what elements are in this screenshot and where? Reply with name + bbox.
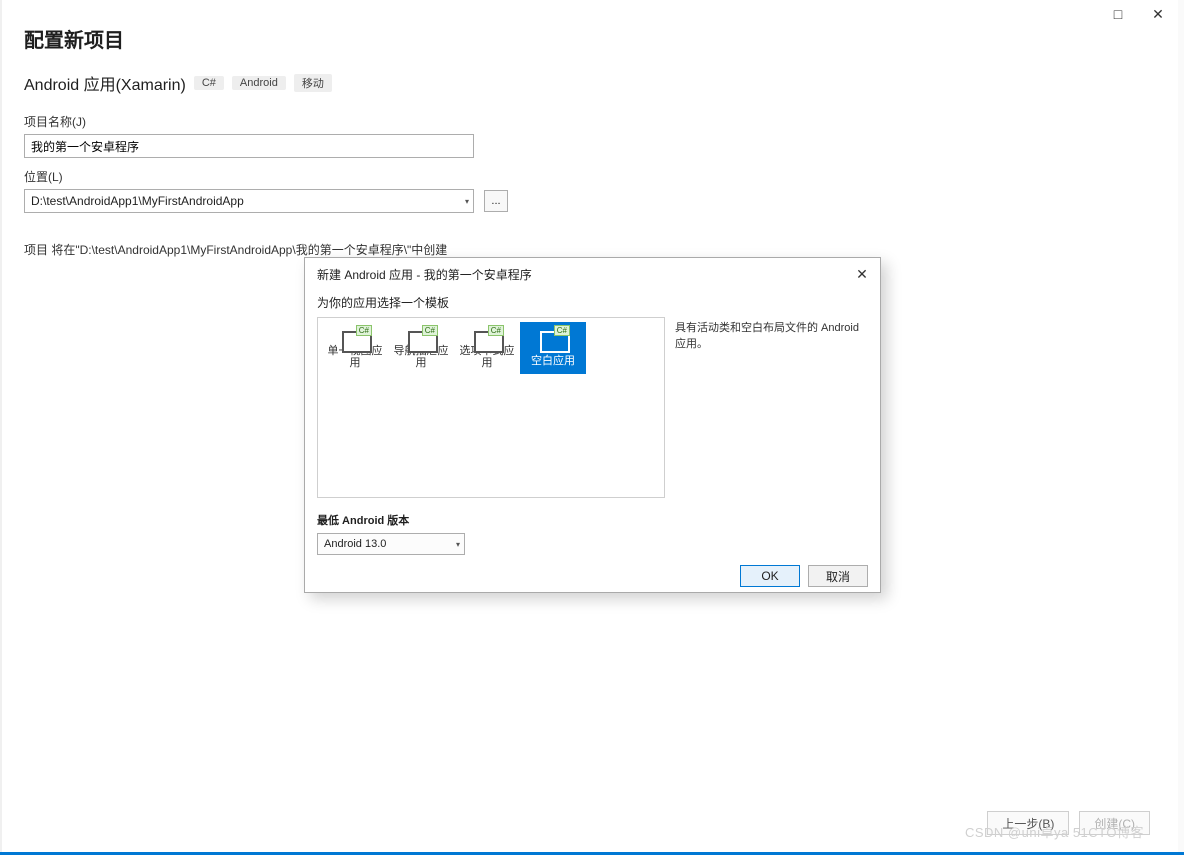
- template-tabbed[interactable]: 选项卡式应用: [454, 322, 520, 374]
- template-label: 空白应用: [531, 355, 575, 367]
- window-controls: □ ✕: [1098, 0, 1178, 28]
- min-version-label: 最低 Android 版本: [317, 512, 868, 528]
- tag-android: Android: [232, 76, 286, 90]
- new-android-app-dialog: 新建 Android 应用 - 我的第一个安卓程序 ✕ 为你的应用选择一个模板 …: [304, 257, 881, 593]
- template-icon: [538, 327, 568, 351]
- dialog-close-icon[interactable]: ✕: [852, 264, 872, 284]
- project-name-label: 项目名称(J): [24, 113, 1160, 130]
- location-combo[interactable]: D:\test\AndroidApp1\MyFirstAndroidApp ▾: [24, 189, 474, 213]
- min-version-combo[interactable]: Android 13.0 ▾: [317, 533, 465, 555]
- dialog-title: 新建 Android 应用 - 我的第一个安卓程序: [317, 266, 532, 283]
- tag-mobile: 移动: [294, 74, 332, 92]
- template-icon: [472, 327, 502, 341]
- tag-csharp: C#: [194, 76, 224, 90]
- project-type: Android 应用(Xamarin): [24, 71, 186, 95]
- template-nav-drawer[interactable]: 导航抽屉应用: [388, 322, 454, 374]
- project-path-info: 项目 将在"D:\test\AndroidApp1\MyFirstAndroid…: [24, 241, 1160, 258]
- chevron-down-icon: ▾: [465, 197, 469, 206]
- browse-button[interactable]: ...: [484, 190, 508, 212]
- location-value: D:\test\AndroidApp1\MyFirstAndroidApp: [31, 194, 244, 208]
- ok-button[interactable]: OK: [740, 565, 800, 587]
- chevron-down-icon: ▾: [456, 540, 460, 549]
- cancel-button[interactable]: 取消: [808, 565, 868, 587]
- template-icon: [406, 327, 436, 341]
- template-grid: 单一视图应用 导航抽屉应用 选项卡式应用 空白应用: [317, 317, 665, 498]
- page-title: 配置新项目: [24, 24, 1160, 53]
- watermark: CSDN @uni卓ya 51CTO博客: [965, 822, 1144, 841]
- template-single-view[interactable]: 单一视图应用: [322, 322, 388, 374]
- template-description: 具有活动类和空白布局文件的 Android 应用。: [673, 317, 868, 498]
- close-icon[interactable]: ✕: [1138, 0, 1178, 28]
- template-icon: [340, 327, 370, 341]
- min-version-value: Android 13.0: [324, 538, 386, 550]
- project-name-input[interactable]: [24, 134, 474, 158]
- dialog-instruction: 为你的应用选择一个模板: [317, 294, 868, 311]
- template-blank[interactable]: 空白应用: [520, 322, 586, 374]
- location-label: 位置(L): [24, 168, 1160, 185]
- maximize-icon[interactable]: □: [1098, 0, 1138, 28]
